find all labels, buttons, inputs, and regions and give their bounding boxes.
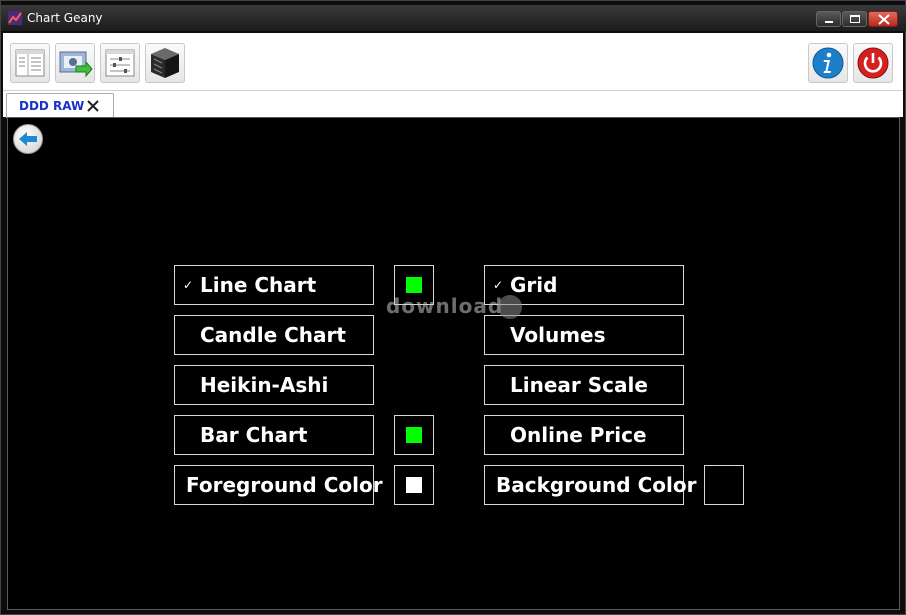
chart-list-icon (15, 49, 45, 77)
window-title: Chart Geany (27, 11, 103, 25)
tab-ddd-raw[interactable]: DDD RAW (6, 93, 114, 118)
option-label: Candle Chart (200, 323, 346, 347)
settings-list-icon (105, 49, 135, 77)
tab-close-icon[interactable] (86, 99, 100, 113)
color-swatch (406, 277, 422, 293)
info-icon (812, 47, 844, 79)
close-icon (878, 14, 890, 25)
option-label: Line Chart (200, 273, 317, 297)
tab-strip: DDD RAW (3, 91, 903, 118)
watermark-logo (498, 295, 522, 319)
minimize-icon (825, 21, 833, 23)
foreground-color-option[interactable]: Foreground Color (174, 465, 383, 505)
power-icon (857, 47, 889, 79)
screenshot-export-icon (59, 51, 93, 78)
settings-list-button[interactable] (100, 43, 140, 83)
option-label: Background Color (496, 473, 697, 497)
online-price-option[interactable]: Online Price (484, 415, 684, 455)
line-chart-option[interactable]: ✓ Line Chart (174, 265, 374, 305)
minimize-button[interactable] (816, 11, 841, 27)
close-button[interactable] (868, 11, 898, 27)
option-label: Heikin-Ashi (200, 373, 329, 397)
chart-app-icon (8, 11, 22, 25)
chart-list-button[interactable] (10, 43, 50, 83)
color-swatch (406, 477, 422, 493)
toolbar (3, 33, 903, 91)
screenshot-export-button[interactable] (55, 43, 95, 83)
back-button[interactable] (13, 124, 43, 154)
linear-scale-option[interactable]: Linear Scale (484, 365, 684, 405)
candle-chart-option[interactable]: Candle Chart (174, 315, 374, 355)
foreground-color-button[interactable] (394, 465, 434, 505)
option-label: Linear Scale (510, 373, 648, 397)
bar-chart-color-button[interactable] (394, 415, 434, 455)
title-bar: Chart Geany (1, 5, 906, 31)
volumes-option[interactable]: Volumes (484, 315, 684, 355)
heikin-ashi-option[interactable]: Heikin-Ashi (174, 365, 374, 405)
option-label: Grid (510, 273, 558, 297)
maximize-icon (850, 15, 860, 23)
app-window: Chart Geany DDD RAW ✓ Line Chart Candle … (0, 0, 906, 615)
option-label: Online Price (510, 423, 647, 447)
check-icon: ✓ (493, 278, 504, 292)
check-icon: ✓ (183, 278, 194, 292)
option-label: Foreground Color (186, 473, 383, 497)
maximize-button[interactable] (842, 11, 867, 27)
watermark-text: download (386, 294, 504, 318)
chart-options-panel: ✓ Line Chart Candle Chart Heikin-Ashi Ba… (7, 117, 900, 610)
tab-label: DDD RAW (19, 99, 85, 113)
bar-chart-option[interactable]: Bar Chart (174, 415, 374, 455)
color-swatch (716, 477, 732, 493)
background-color-button[interactable] (704, 465, 744, 505)
color-swatch (406, 427, 422, 443)
option-label: Volumes (510, 323, 606, 347)
back-arrow-icon (19, 132, 37, 146)
database-cube-icon (151, 48, 179, 78)
option-label: Bar Chart (200, 423, 308, 447)
database-cube-button[interactable] (145, 43, 185, 83)
info-button[interactable] (808, 43, 848, 83)
background-color-option[interactable]: Background Color (484, 465, 696, 505)
power-button[interactable] (853, 43, 893, 83)
